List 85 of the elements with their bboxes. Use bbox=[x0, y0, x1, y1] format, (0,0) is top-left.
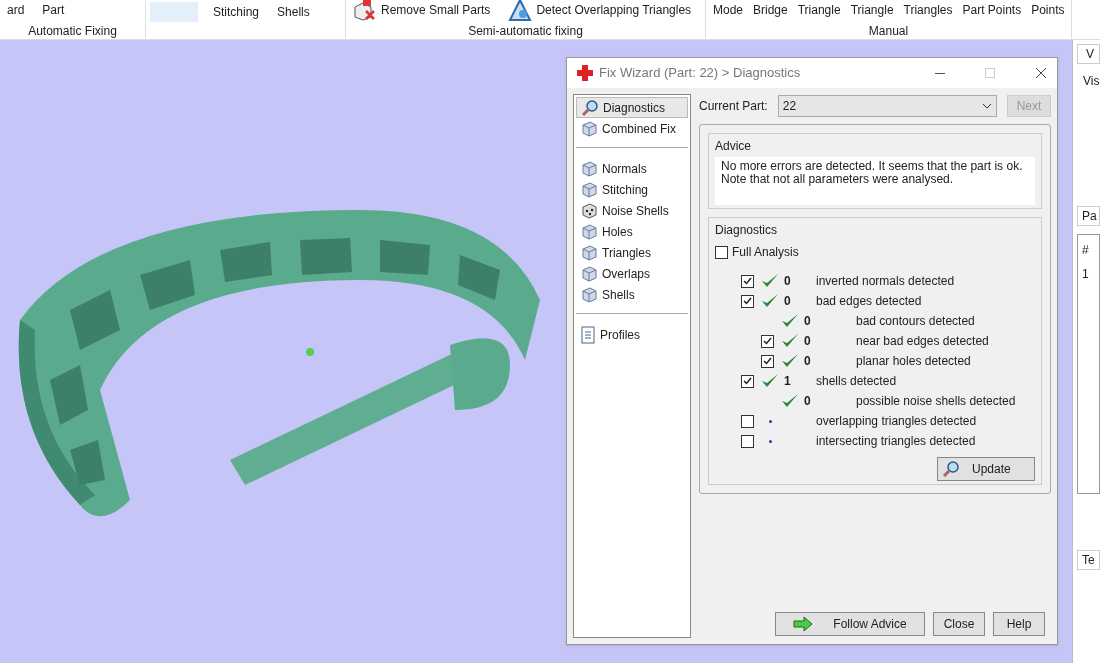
group-label: Vis bbox=[1082, 73, 1100, 90]
ribbon-button[interactable]: Part bbox=[39, 0, 68, 20]
close-icon[interactable] bbox=[1035, 67, 1047, 79]
minimize-icon[interactable] bbox=[935, 72, 945, 74]
dialog-button[interactable]: Close bbox=[933, 612, 985, 636]
panel-tab[interactable]: Te bbox=[1077, 550, 1100, 570]
sidebar-item[interactable]: Holes bbox=[576, 221, 688, 242]
part-dropdown[interactable]: 22 bbox=[777, 95, 997, 117]
count-text: 0 bbox=[804, 394, 811, 408]
ribbon-group-label: Automatic Fixing bbox=[27, 23, 118, 40]
row-checkbox[interactable] bbox=[741, 274, 754, 288]
diagnostic-label: possible noise shells detected bbox=[855, 393, 1016, 410]
diagnostic-label: near bad edges detected bbox=[855, 333, 989, 350]
ribbon-button[interactable]: Points bbox=[1028, 0, 1068, 20]
ribbon-button[interactable]: Triangles bbox=[900, 0, 956, 20]
cube-icon bbox=[580, 159, 598, 178]
ribbon-button[interactable]: Bridge bbox=[750, 0, 791, 20]
ribbon-button[interactable]: Shells bbox=[274, 2, 313, 22]
window-title: Fix Wizard (Part: 22) > Diagnostics bbox=[599, 64, 802, 83]
diagnostic-label: shells detected bbox=[815, 373, 897, 390]
sidebar-item[interactable]: Diagnostics bbox=[576, 97, 688, 118]
row-checkbox[interactable] bbox=[741, 294, 754, 308]
sidebar-item[interactable]: Overlaps bbox=[576, 263, 688, 284]
sidebar-item[interactable]: Combined Fix bbox=[576, 118, 688, 139]
row-checkbox[interactable] bbox=[741, 414, 754, 428]
sidebar-item[interactable]: Noise Shells bbox=[576, 200, 688, 221]
table-cell-text: 1 bbox=[1082, 266, 1090, 283]
triangle-search-icon bbox=[508, 0, 533, 21]
row-checkbox[interactable] bbox=[761, 334, 774, 348]
panel-tab[interactable]: Pa bbox=[1077, 206, 1100, 226]
cube-icon bbox=[580, 119, 598, 138]
diagnostic-label: inverted normals detected bbox=[815, 273, 955, 290]
dialog-button[interactable]: Follow Advice bbox=[775, 612, 925, 636]
ribbon-button[interactable]: Mode bbox=[710, 0, 747, 20]
ribbon-button[interactable]: Remove Small Parts bbox=[350, 0, 494, 20]
count-text: 0 bbox=[784, 294, 791, 308]
cube-icon bbox=[580, 264, 598, 283]
dice-icon bbox=[580, 201, 598, 220]
diagnostic-label: overlapping triangles detected bbox=[815, 413, 977, 430]
search-icon bbox=[581, 98, 599, 117]
checkbox-label: Full Analysis bbox=[732, 244, 799, 261]
sidebar-item[interactable]: Shells bbox=[576, 284, 688, 305]
ribbon-button[interactable]: Stitching bbox=[210, 2, 263, 22]
section-title: Advice bbox=[715, 138, 753, 155]
diagnostic-label: bad edges detected bbox=[815, 293, 922, 310]
dialog-button[interactable]: Help bbox=[993, 612, 1045, 636]
sidebar-item[interactable]: Normals bbox=[576, 158, 688, 179]
column-header: # bbox=[1082, 242, 1090, 259]
panel-tab[interactable]: V bbox=[1077, 44, 1100, 64]
ribbon-group-label: Semi-automatic fixing bbox=[467, 23, 584, 40]
count-text: 0 bbox=[804, 354, 811, 368]
ribbon-button[interactable]: ard bbox=[4, 0, 28, 20]
advice-text: No more errors are detected. It seems that the part is ok. Note that not all parameters were analysed. bbox=[715, 157, 1035, 205]
row-checkbox[interactable] bbox=[761, 354, 774, 368]
chevron-down-icon bbox=[982, 103, 992, 109]
cube-delete-icon bbox=[353, 0, 377, 21]
ribbon-button[interactable]: Triangle bbox=[847, 0, 897, 20]
document-icon bbox=[580, 325, 596, 344]
cube-icon bbox=[580, 222, 598, 241]
full-analysis-checkbox[interactable] bbox=[715, 245, 728, 259]
ribbon-button[interactable]: Part Points bbox=[959, 0, 1025, 20]
sidebar-item[interactable]: Triangles bbox=[576, 242, 688, 263]
count-text: 0 bbox=[804, 314, 811, 328]
ribbon-button[interactable]: Detect Overlapping Triangles bbox=[505, 0, 695, 20]
cube-icon bbox=[580, 285, 598, 304]
field-label: Current Part: bbox=[699, 98, 768, 115]
ribbon-group-label: Manual bbox=[867, 23, 910, 40]
diagnostic-label: bad contours detected bbox=[855, 313, 975, 330]
diagnostic-label: intersecting triangles detected bbox=[815, 433, 976, 450]
update-button[interactable]: Update bbox=[937, 457, 1035, 481]
medical-cross-icon bbox=[577, 65, 593, 81]
section-title: Diagnostics bbox=[715, 222, 779, 239]
row-checkbox[interactable] bbox=[741, 374, 754, 388]
ribbon-button[interactable]: Triangle bbox=[794, 0, 844, 20]
count-text: 0 bbox=[804, 334, 811, 348]
search-icon bbox=[942, 460, 960, 478]
arrow-right-icon bbox=[793, 616, 814, 632]
count-text: 1 bbox=[784, 374, 791, 388]
cube-icon bbox=[580, 243, 598, 262]
sidebar-item[interactable]: Profiles bbox=[576, 324, 688, 345]
cube-icon bbox=[580, 180, 598, 199]
count-text: 0 bbox=[784, 274, 791, 288]
sidebar-item[interactable]: Stitching bbox=[576, 179, 688, 200]
row-checkbox[interactable] bbox=[741, 434, 754, 448]
diagnostic-label: planar holes detected bbox=[855, 353, 971, 370]
